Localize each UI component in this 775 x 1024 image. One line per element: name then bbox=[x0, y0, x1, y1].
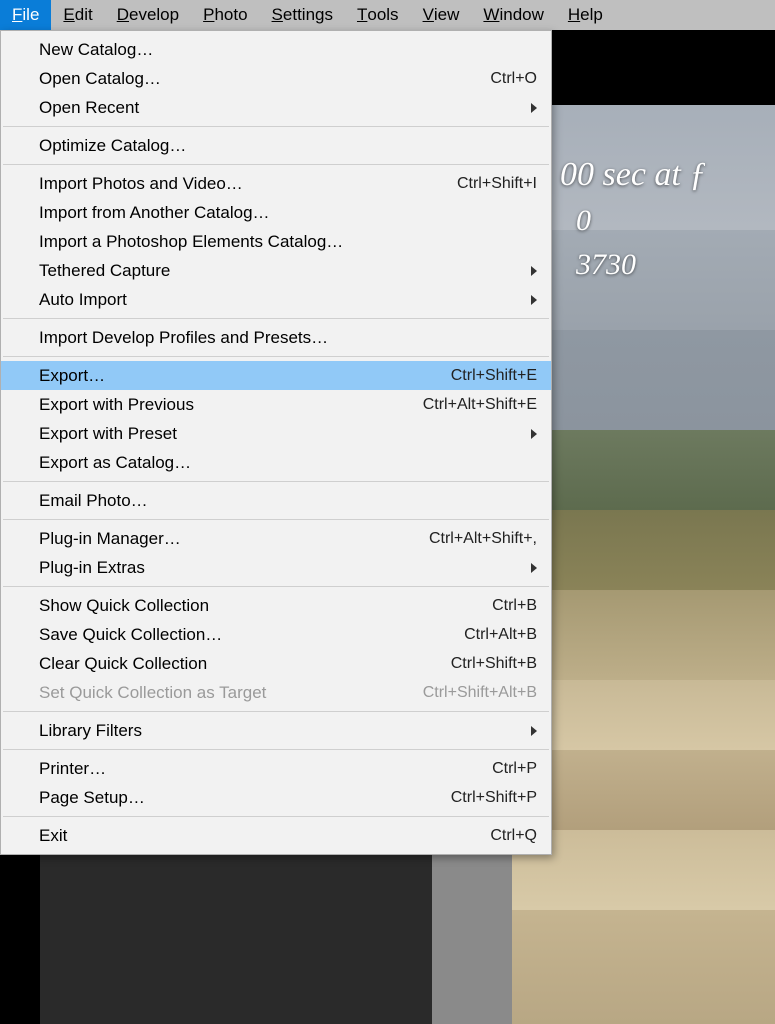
menu-item-open-recent[interactable]: Open Recent bbox=[1, 93, 551, 122]
chevron-right-icon bbox=[531, 295, 537, 305]
chevron-right-icon bbox=[531, 103, 537, 113]
file-menu-dropdown[interactable]: New Catalog… Open Catalog…Ctrl+O Open Rece… bbox=[0, 30, 552, 855]
menu-item-printer[interactable]: Printer…Ctrl+P bbox=[1, 754, 551, 783]
menu-item-label: Open Catalog… bbox=[39, 69, 490, 89]
menu-item-library-filters[interactable]: Library Filters bbox=[1, 716, 551, 745]
menu-item-label: Import Photos and Video… bbox=[39, 174, 457, 194]
menu-separator bbox=[3, 126, 549, 127]
menubar[interactable]: FileEditDevelopPhotoSettingsToolsViewWin… bbox=[0, 0, 775, 30]
menu-item-show-quick-collection[interactable]: Show Quick CollectionCtrl+B bbox=[1, 591, 551, 620]
menu-item-shortcut: Ctrl+Alt+B bbox=[464, 626, 537, 644]
menu-item-shortcut: Ctrl+B bbox=[492, 597, 537, 615]
menubar-item-tools[interactable]: Tools bbox=[345, 0, 411, 30]
menu-item-label: Page Setup… bbox=[39, 788, 451, 808]
menu-item-label: Show Quick Collection bbox=[39, 596, 492, 616]
menu-item-export-as-catalog[interactable]: Export as Catalog… bbox=[1, 448, 551, 477]
menu-separator bbox=[3, 481, 549, 482]
menu-item-shortcut: Ctrl+Shift+E bbox=[451, 367, 537, 385]
photo-metadata-overlay: 00 sec at ƒ 0 3730 bbox=[560, 150, 706, 286]
menu-separator bbox=[3, 816, 549, 817]
menu-separator bbox=[3, 749, 549, 750]
menu-item-shortcut: Ctrl+Shift+B bbox=[451, 655, 537, 673]
menu-item-label: Import Develop Profiles and Presets… bbox=[39, 328, 537, 348]
menu-item-shortcut: Ctrl+P bbox=[492, 760, 537, 778]
menu-item-tethered-capture[interactable]: Tethered Capture bbox=[1, 256, 551, 285]
menu-item-label: Plug-in Extras bbox=[39, 558, 537, 578]
menubar-item-file[interactable]: File bbox=[0, 0, 51, 30]
menu-item-label: Set Quick Collection as Target bbox=[39, 683, 423, 703]
menubar-item-help[interactable]: Help bbox=[556, 0, 615, 30]
menu-item-page-setup[interactable]: Page Setup…Ctrl+Shift+P bbox=[1, 783, 551, 812]
menu-item-open-catalog[interactable]: Open Catalog…Ctrl+O bbox=[1, 64, 551, 93]
menubar-item-settings[interactable]: Settings bbox=[260, 0, 345, 30]
menu-item-label: Export… bbox=[39, 366, 451, 386]
menu-item-label: Library Filters bbox=[39, 721, 537, 741]
menu-item-optimize-catalog[interactable]: Optimize Catalog… bbox=[1, 131, 551, 160]
menu-item-plug-in-manager[interactable]: Plug-in Manager…Ctrl+Alt+Shift+, bbox=[1, 524, 551, 553]
menu-separator bbox=[3, 164, 549, 165]
menu-item-auto-import[interactable]: Auto Import bbox=[1, 285, 551, 314]
menu-separator bbox=[3, 519, 549, 520]
menu-item-shortcut: Ctrl+Shift+I bbox=[457, 175, 537, 193]
menu-item-save-quick-collection[interactable]: Save Quick Collection…Ctrl+Alt+B bbox=[1, 620, 551, 649]
chevron-right-icon bbox=[531, 726, 537, 736]
exposure-line2: 0 bbox=[560, 199, 706, 243]
menu-item-exit[interactable]: ExitCtrl+Q bbox=[1, 821, 551, 850]
menu-item-label: Exit bbox=[39, 826, 490, 846]
chevron-right-icon bbox=[531, 266, 537, 276]
menu-item-import-photos-and-video[interactable]: Import Photos and Video…Ctrl+Shift+I bbox=[1, 169, 551, 198]
menu-item-label: Open Recent bbox=[39, 98, 537, 118]
menu-item-shortcut: Ctrl+O bbox=[490, 70, 537, 88]
menu-item-label: Email Photo… bbox=[39, 491, 537, 511]
exposure-text: 00 sec at ƒ bbox=[560, 150, 706, 199]
menu-separator bbox=[3, 711, 549, 712]
menu-item-label: Plug-in Manager… bbox=[39, 529, 429, 549]
menu-item-set-quick-collection-as-target: Set Quick Collection as TargetCtrl+Shift… bbox=[1, 678, 551, 707]
menu-item-import-a-photoshop-elements-catalog[interactable]: Import a Photoshop Elements Catalog… bbox=[1, 227, 551, 256]
menu-item-shortcut: Ctrl+Shift+Alt+B bbox=[423, 684, 537, 702]
menu-item-clear-quick-collection[interactable]: Clear Quick CollectionCtrl+Shift+B bbox=[1, 649, 551, 678]
menubar-item-photo[interactable]: Photo bbox=[191, 0, 259, 30]
menu-item-export-with-preset[interactable]: Export with Preset bbox=[1, 419, 551, 448]
menu-item-label: Import a Photoshop Elements Catalog… bbox=[39, 232, 537, 252]
menu-item-export-with-previous[interactable]: Export with PreviousCtrl+Alt+Shift+E bbox=[1, 390, 551, 419]
menu-item-label: New Catalog… bbox=[39, 40, 537, 60]
menubar-item-window[interactable]: Window bbox=[471, 0, 555, 30]
menu-item-label: Printer… bbox=[39, 759, 492, 779]
menu-item-label: Tethered Capture bbox=[39, 261, 537, 281]
menu-item-new-catalog[interactable]: New Catalog… bbox=[1, 35, 551, 64]
menu-item-shortcut: Ctrl+Alt+Shift+E bbox=[423, 396, 537, 414]
menubar-item-view[interactable]: View bbox=[411, 0, 472, 30]
chevron-right-icon bbox=[531, 563, 537, 573]
menu-separator bbox=[3, 356, 549, 357]
menu-item-shortcut: Ctrl+Alt+Shift+, bbox=[429, 530, 537, 548]
menu-separator bbox=[3, 318, 549, 319]
menu-item-label: Export with Preset bbox=[39, 424, 537, 444]
menu-item-label: Optimize Catalog… bbox=[39, 136, 537, 156]
menu-item-label: Save Quick Collection… bbox=[39, 625, 464, 645]
menu-item-label: Import from Another Catalog… bbox=[39, 203, 537, 223]
menu-item-shortcut: Ctrl+Q bbox=[490, 827, 537, 845]
exposure-line3: 3730 bbox=[560, 243, 706, 287]
menu-item-shortcut: Ctrl+Shift+P bbox=[451, 789, 537, 807]
menu-item-import-from-another-catalog[interactable]: Import from Another Catalog… bbox=[1, 198, 551, 227]
menu-item-export[interactable]: Export…Ctrl+Shift+E bbox=[1, 361, 551, 390]
menu-separator bbox=[3, 586, 549, 587]
menu-item-label: Auto Import bbox=[39, 290, 537, 310]
menubar-item-develop[interactable]: Develop bbox=[105, 0, 191, 30]
menu-item-import-develop-profiles-and-presets[interactable]: Import Develop Profiles and Presets… bbox=[1, 323, 551, 352]
menu-item-plug-in-extras[interactable]: Plug-in Extras bbox=[1, 553, 551, 582]
menu-item-label: Export with Previous bbox=[39, 395, 423, 415]
menubar-item-edit[interactable]: Edit bbox=[51, 0, 104, 30]
chevron-right-icon bbox=[531, 429, 537, 439]
menu-item-label: Export as Catalog… bbox=[39, 453, 537, 473]
menu-item-email-photo[interactable]: Email Photo… bbox=[1, 486, 551, 515]
menu-item-label: Clear Quick Collection bbox=[39, 654, 451, 674]
